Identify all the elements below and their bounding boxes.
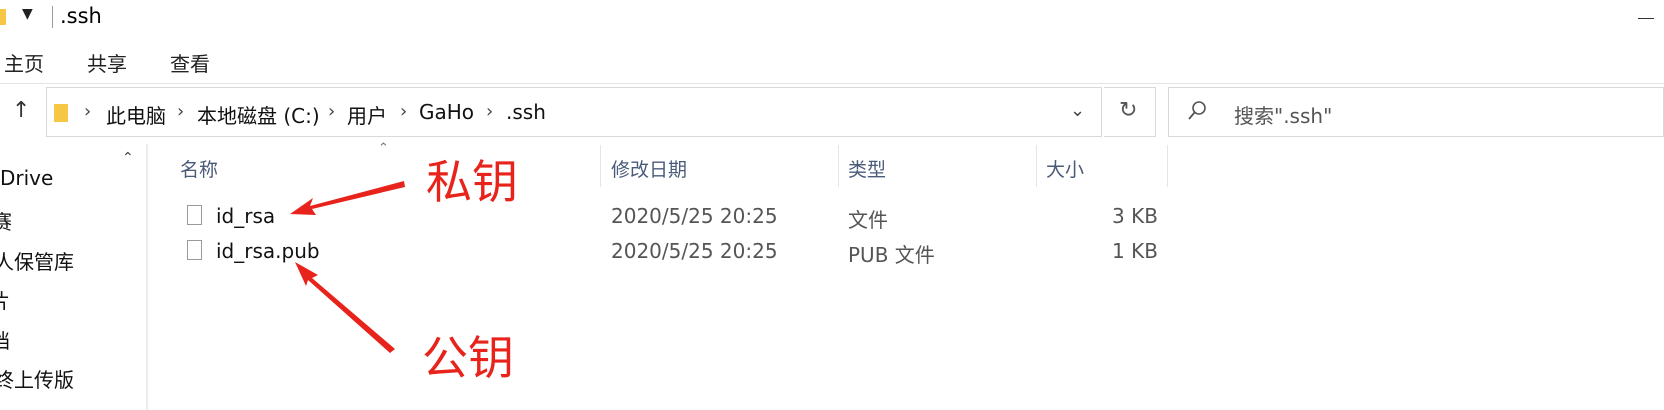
annotation-private-key: 私钥 xyxy=(426,155,518,209)
annotation-arrows xyxy=(290,181,405,353)
arrow-private-key xyxy=(290,181,405,215)
annotation-public-key: 公钥 xyxy=(422,331,514,385)
arrow-public-key xyxy=(295,262,395,353)
